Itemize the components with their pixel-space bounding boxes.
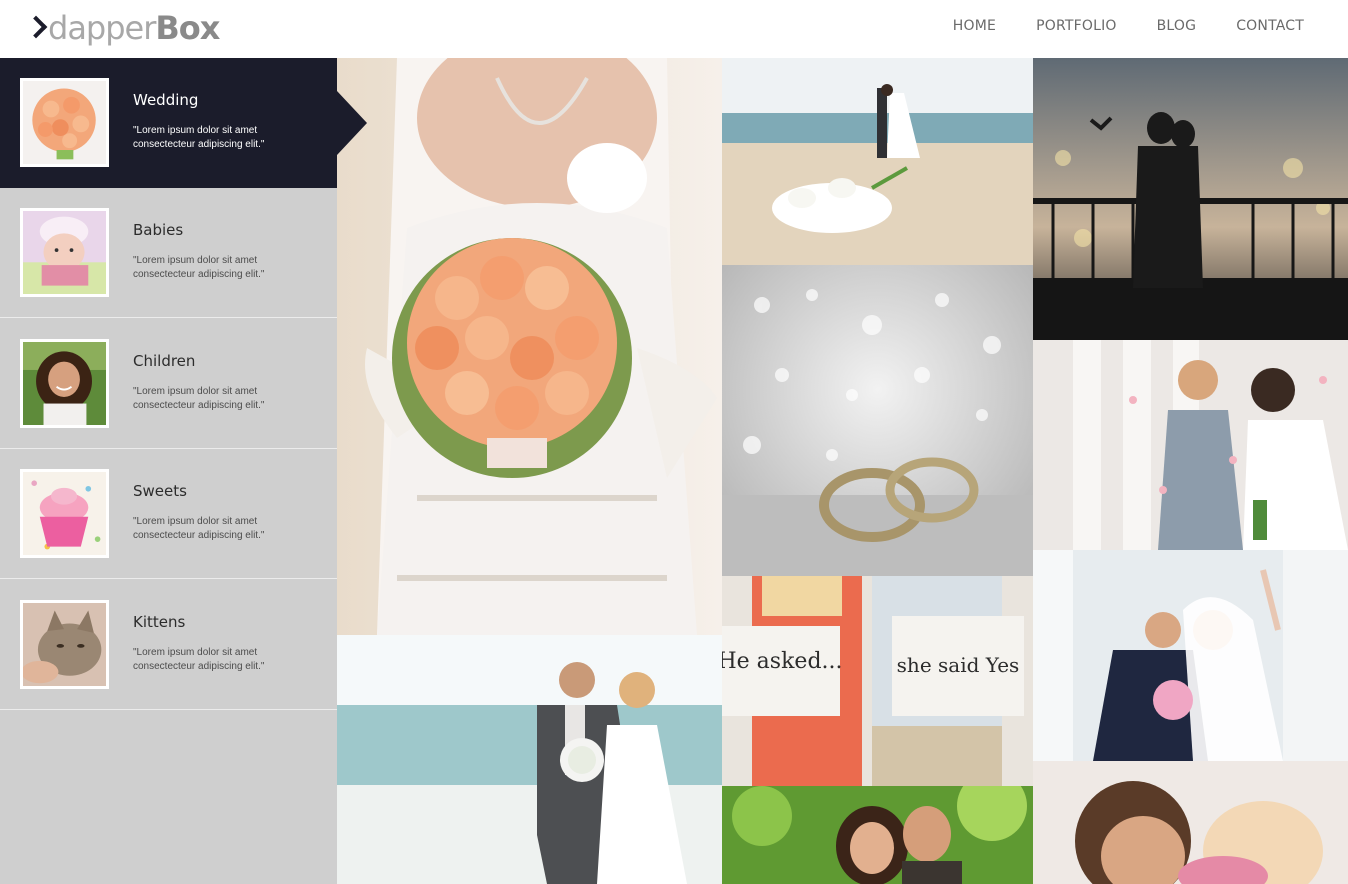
cupcake-thumbnail [20, 469, 109, 558]
nav-home[interactable]: HOME [953, 18, 996, 34]
active-category-pointer [337, 91, 367, 155]
category-description: "Lorem ipsum dolor sit amet consectecteu… [133, 125, 265, 150]
category-children[interactable]: Children "Lorem ipsum dolor sit amet con… [0, 319, 337, 449]
category-title: Wedding [133, 91, 199, 109]
category-description: "Lorem ipsum dolor sit amet consectecteu… [133, 647, 265, 672]
sign-left-text: He asked... [722, 649, 843, 674]
roses-bouquet-thumbnail [20, 78, 109, 167]
category-title: Babies [133, 221, 184, 239]
category-kittens[interactable]: Kittens "Lorem ipsum dolor sit amet cons… [0, 580, 337, 710]
gallery-photo-couple-veil[interactable] [1033, 550, 1348, 761]
baby-thumbnail [20, 208, 109, 297]
nav-portfolio[interactable]: PORTFOLIO [1036, 18, 1117, 34]
category-description: "Lorem ipsum dolor sit amet consectecteu… [133, 255, 265, 280]
gallery-photo-couple-park[interactable] [722, 786, 1033, 884]
sign-right-text: she said Yes [897, 653, 1020, 677]
category-title: Children [133, 352, 196, 370]
gallery-photo-proposal-signs[interactable]: He asked... she said Yes [722, 576, 1033, 786]
category-title: Kittens [133, 613, 186, 631]
nav-contact[interactable]: CONTACT [1236, 18, 1304, 34]
category-babies[interactable]: Babies "Lorem ipsum dolor sit amet conse… [0, 188, 337, 318]
gallery-photo-beach-orchids[interactable] [722, 58, 1033, 265]
category-description: "Lorem ipsum dolor sit amet consectecteu… [133, 516, 265, 541]
gallery-photo-couple-petals[interactable] [1033, 340, 1348, 550]
category-description: "Lorem ipsum dolor sit amet consectecteu… [133, 386, 265, 411]
gallery-photo-couple-closeup[interactable] [1033, 761, 1348, 884]
brand-logo[interactable]: dapperBox [28, 8, 220, 48]
chevron-right-icon [28, 13, 46, 43]
kitten-thumbnail [20, 600, 109, 689]
child-thumbnail [20, 339, 109, 428]
main-nav: HOME PORTFOLIO BLOG CONTACT [953, 0, 1304, 52]
nav-blog[interactable]: BLOG [1157, 18, 1197, 34]
gallery-photo-bridge-silhouette[interactable] [1033, 58, 1348, 340]
brand-suffix: Box [155, 9, 220, 47]
category-sweets[interactable]: Sweets "Lorem ipsum dolor sit amet conse… [0, 449, 337, 579]
gallery-photo-bride-bouquet[interactable] [337, 58, 722, 635]
brand-name: dapperBox [48, 8, 220, 48]
category-wedding[interactable]: Wedding "Lorem ipsum dolor sit amet cons… [0, 58, 337, 188]
gallery-photo-beach-couple[interactable] [337, 635, 722, 884]
brand-prefix: dapper [48, 9, 156, 47]
category-title: Sweets [133, 482, 187, 500]
header: dapperBox HOME PORTFOLIO BLOG CONTACT [0, 0, 1348, 58]
gallery-photo-wedding-rings[interactable] [722, 265, 1033, 576]
category-sidebar: Wedding "Lorem ipsum dolor sit amet cons… [0, 58, 337, 884]
